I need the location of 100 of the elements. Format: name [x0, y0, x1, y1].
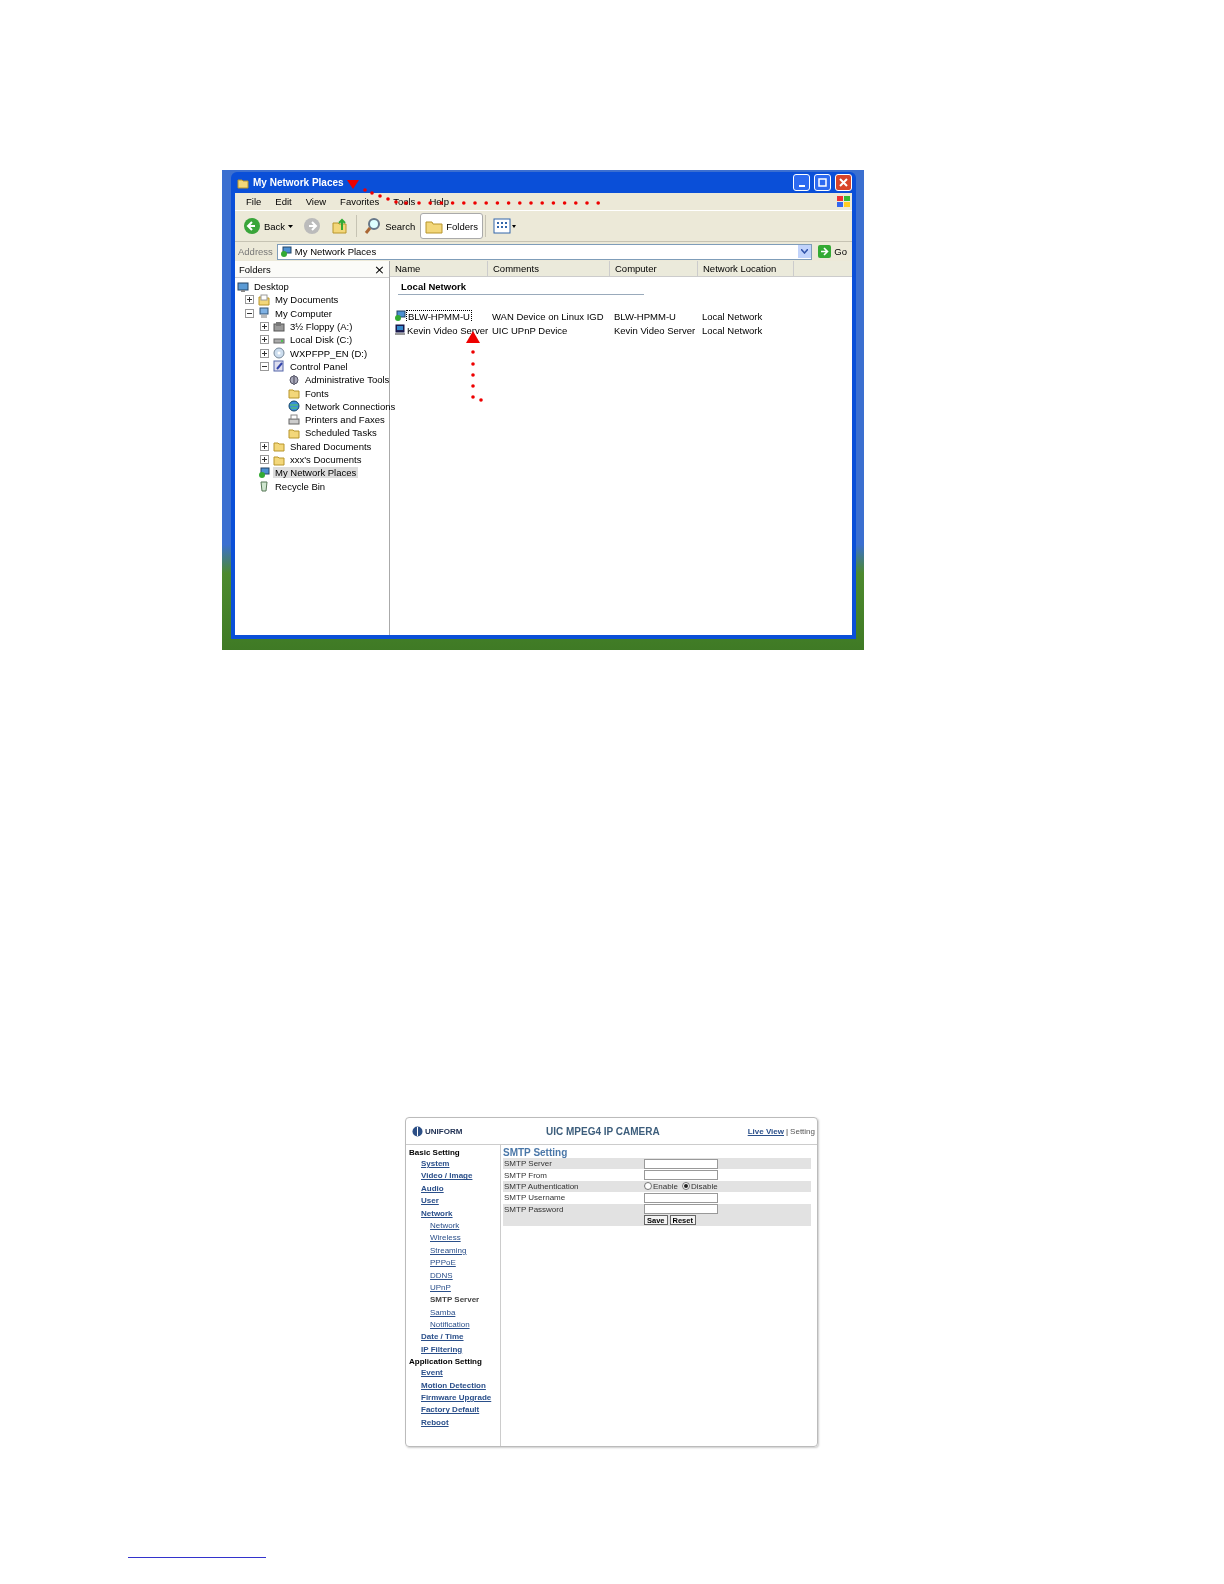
- input-field[interactable]: [644, 1158, 718, 1169]
- nav-link[interactable]: Notification: [409, 1320, 500, 1333]
- maximize-icon: [818, 178, 827, 187]
- go-button[interactable]: Go: [816, 245, 849, 258]
- nav-link[interactable]: Factory Default: [409, 1405, 500, 1418]
- search-button[interactable]: Search: [359, 213, 421, 239]
- globe-icon: [288, 400, 300, 413]
- nav-link[interactable]: Wireless: [409, 1233, 500, 1246]
- caret-icon: [288, 224, 294, 228]
- file-name[interactable]: Kevin Video Server: [407, 324, 488, 336]
- nav-link[interactable]: System: [409, 1159, 500, 1172]
- tree-item[interactable]: Printers and Faxes: [303, 414, 387, 426]
- input-field[interactable]: [644, 1170, 718, 1181]
- menu-item[interactable]: Edit: [268, 196, 299, 207]
- tree-item[interactable]: Recycle Bin: [273, 480, 328, 492]
- tree-item[interactable]: WXPFPP_EN (D:): [288, 347, 370, 359]
- nav-link[interactable]: Video / Image: [409, 1171, 500, 1184]
- folders-button[interactable]: Folders: [420, 213, 483, 239]
- tree-item[interactable]: My Network Places: [273, 467, 359, 479]
- menu-item[interactable]: Tools: [386, 196, 423, 207]
- radio-button[interactable]: [681, 1182, 690, 1191]
- menu-item[interactable]: View: [298, 196, 334, 207]
- nav-link[interactable]: Firmware Upgrade: [409, 1393, 500, 1406]
- radio-button[interactable]: [644, 1182, 652, 1191]
- field-label: SMTP Server: [503, 1159, 553, 1169]
- tree-item[interactable]: Control Panel: [288, 360, 350, 372]
- document-folder-icon: [258, 293, 270, 306]
- nav-link[interactable]: UPnP: [409, 1282, 500, 1296]
- nav-link[interactable]: Network: [409, 1208, 500, 1221]
- tree-item[interactable]: xxx's Documents: [288, 454, 364, 465]
- nav-link[interactable]: Network: [409, 1220, 500, 1234]
- tree-item[interactable]: Local Disk (C:): [288, 334, 355, 346]
- nav-link[interactable]: Reboot: [409, 1417, 500, 1431]
- menu-item[interactable]: Favorites: [333, 196, 387, 207]
- column-header[interactable]: Comments: [488, 261, 610, 276]
- tree-item[interactable]: Desktop: [252, 281, 291, 293]
- close-icon: [839, 178, 848, 187]
- flag-icon: [836, 194, 852, 209]
- close-button[interactable]: [835, 174, 852, 191]
- column-header[interactable]: Computer: [610, 261, 698, 276]
- nav-link[interactable]: Samba: [409, 1307, 500, 1321]
- floppy-drive-icon: [273, 320, 285, 333]
- expand-toggle[interactable]: [260, 348, 269, 358]
- globe-icon: [412, 1125, 423, 1137]
- field-label: SMTP Password: [503, 1204, 565, 1214]
- tree-item[interactable]: Administrative Tools: [303, 374, 392, 386]
- nav-link[interactable]: Live View: [747, 1126, 784, 1136]
- nav-link[interactable]: User: [409, 1196, 500, 1209]
- nav-link[interactable]: Streaming: [409, 1245, 500, 1259]
- nav-link[interactable]: DDNS: [409, 1270, 500, 1283]
- folder-icon: [273, 440, 285, 453]
- nav-link[interactable]: Date / Time: [409, 1332, 500, 1345]
- menu-item[interactable]: File: [239, 196, 269, 207]
- tree-item[interactable]: Network Connections: [303, 400, 398, 412]
- maximize-button[interactable]: [814, 174, 831, 191]
- tree-item[interactable]: My Documents: [273, 294, 341, 306]
- input-field[interactable]: [644, 1204, 718, 1215]
- nav-link[interactable]: Motion Detection: [409, 1380, 500, 1394]
- network-icon: [258, 466, 270, 479]
- nav-link[interactable]: SMTP Server: [409, 1295, 500, 1308]
- expand-toggle[interactable]: [245, 295, 254, 305]
- nav-link[interactable]: IP Filtering: [409, 1344, 500, 1358]
- tree-item[interactable]: Scheduled Tasks: [303, 427, 379, 439]
- expand-toggle[interactable]: [260, 441, 269, 451]
- collapse-toggle[interactable]: [245, 308, 254, 318]
- nav-link[interactable]: Setting: [790, 1126, 815, 1136]
- minimize-icon: [798, 184, 805, 187]
- minimize-button[interactable]: [793, 174, 810, 191]
- arrow-icon: [818, 245, 832, 258]
- nav-link[interactable]: PPPoE: [409, 1258, 500, 1271]
- input-field[interactable]: [644, 1192, 718, 1203]
- nav-link[interactable]: Event: [409, 1368, 500, 1381]
- tree-item[interactable]: My Computer: [273, 307, 334, 319]
- nav-link[interactable]: Audio: [409, 1183, 500, 1197]
- expand-toggle[interactable]: [260, 455, 269, 464]
- column-header[interactable]: Name: [390, 261, 488, 276]
- column-header[interactable]: Network Location: [698, 261, 794, 276]
- tree-item[interactable]: Shared Documents: [288, 440, 374, 452]
- collapse-toggle[interactable]: [260, 361, 269, 371]
- address-field[interactable]: My Network Places: [276, 243, 813, 260]
- network-icon: [394, 310, 406, 322]
- views-icon: [492, 218, 517, 234]
- window-title: My Network Places: [253, 177, 345, 188]
- expand-toggle[interactable]: [260, 322, 269, 332]
- tools-icon: [288, 373, 300, 386]
- close-button[interactable]: ×: [374, 262, 385, 276]
- tree-item[interactable]: 3½ Floppy (A:): [288, 321, 355, 333]
- expand-toggle[interactable]: [260, 335, 269, 345]
- table-cell-text: Local Network: [701, 324, 764, 336]
- recycle-bin-icon: [258, 480, 270, 493]
- dropdown-button[interactable]: [798, 245, 812, 258]
- folder-icon: [288, 387, 300, 399]
- file-name[interactable]: BLW-HPMM-U: [407, 310, 471, 322]
- section-title: Basic Setting: [409, 1148, 461, 1159]
- field-label: SMTP From: [503, 1170, 548, 1180]
- field-label: SMTP Authentication: [503, 1181, 580, 1191]
- back-button[interactable]: Back: [238, 213, 299, 239]
- tree-item[interactable]: Fonts: [303, 387, 331, 399]
- table-cell-text: Local Network: [701, 310, 764, 322]
- network-icon: [279, 245, 292, 258]
